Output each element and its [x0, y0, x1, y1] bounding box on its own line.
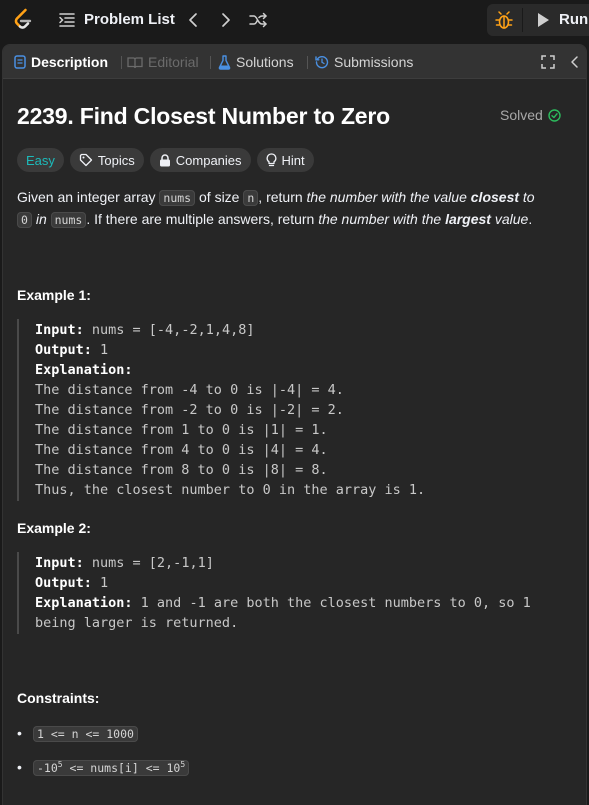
desc-italic: value	[490, 211, 529, 227]
tab-solutions-label: Solutions	[236, 54, 294, 70]
desc-text: , return	[258, 189, 307, 205]
desc-bold: largest	[445, 211, 491, 227]
tab-separator	[307, 56, 308, 69]
explanation-line: 1 and -1 are both the closest numbers to…	[132, 595, 531, 611]
leetcode-logo-icon[interactable]	[12, 8, 34, 32]
constraint-text: <= nums[i] <= 10	[62, 761, 181, 775]
problem-list-label[interactable]: Problem List	[84, 11, 175, 28]
constraint-text: -10	[37, 761, 58, 775]
problem-description: Given an integer array nums of size n, r…	[17, 187, 572, 231]
panel-tab-bar: Description Editorial Solutions Submissi…	[3, 45, 586, 79]
inline-code: nums	[159, 190, 196, 206]
explanation-line: Thus, the closest number to 0 in the arr…	[35, 482, 426, 498]
desc-italic: the number with the value	[306, 189, 471, 205]
document-icon	[14, 55, 26, 69]
chevron-left-collapse-icon[interactable]	[568, 54, 582, 70]
tab-editorial[interactable]: Editorial	[127, 45, 199, 79]
topics-label: Topics	[97, 152, 135, 168]
constraint-item: 1 <= n <= 1000	[33, 725, 138, 743]
solved-label: Solved	[500, 107, 543, 123]
explanation-line: The distance from -2 to 0 is |-2| = 2.	[35, 402, 344, 418]
explanation-label: Explanation:	[35, 595, 133, 611]
toolbar-divider	[522, 8, 523, 32]
debug-bug-icon[interactable]	[494, 9, 514, 31]
output-value: 1	[91, 342, 109, 358]
inline-code: n	[243, 190, 259, 206]
constraint-item: -105 <= nums[i] <= 105	[33, 759, 190, 777]
constraints-title: Constraints:	[17, 690, 100, 706]
companies-label: Companies	[175, 152, 242, 168]
tab-separator	[210, 56, 211, 69]
problem-title: 2239. Find Closest Number to Zero	[17, 103, 390, 129]
desc-text: . If there are multiple answers, return	[86, 211, 319, 227]
check-circle-icon	[548, 108, 561, 122]
example-2-block: Input: nums = [2,-1,1] Output: 1 Explana…	[17, 552, 577, 634]
run-button[interactable]: Run	[559, 11, 588, 28]
explanation-line: being larger is returned.	[35, 615, 239, 631]
play-icon[interactable]	[535, 11, 551, 29]
problem-list-icon[interactable]	[58, 11, 76, 29]
example-2-title: Example 2:	[17, 520, 91, 536]
output-label: Output:	[35, 575, 92, 591]
desc-text: .	[528, 211, 533, 227]
input-value: nums = [2,-1,1]	[83, 555, 214, 571]
topics-button[interactable]: Topics	[69, 148, 144, 172]
tab-description-label: Description	[31, 54, 109, 70]
solved-status: Solved	[500, 107, 561, 123]
tag-icon	[79, 153, 93, 167]
input-value: nums = [-4,-2,1,4,8]	[83, 322, 255, 338]
inline-code: 0	[17, 212, 32, 228]
explanation-line: The distance from -4 to 0 is |-4| = 4.	[35, 382, 344, 398]
description-content: 2239. Find Closest Number to Zero Solved…	[3, 79, 586, 805]
bullet: •	[17, 725, 22, 741]
flask-icon	[218, 54, 231, 70]
problem-tags: Easy Topics Companies Hint	[17, 148, 314, 172]
tab-submissions-label: Submissions	[334, 54, 414, 70]
desc-italic: the number with the	[318, 211, 446, 227]
bullet: •	[17, 759, 22, 775]
output-value: 1	[91, 575, 109, 591]
constraint-exponent: 5	[180, 760, 186, 770]
chevron-right-icon[interactable]	[217, 10, 235, 30]
desc-bold: closest	[470, 189, 520, 205]
explanation-line: The distance from 8 to 0 is |8| = 8.	[35, 462, 328, 478]
input-label: Input:	[35, 322, 84, 338]
desc-italic: in	[31, 211, 51, 227]
hint-button[interactable]: Hint	[256, 148, 314, 172]
input-label: Input:	[35, 555, 84, 571]
shuffle-icon[interactable]	[248, 10, 268, 30]
example-1-block: Input: nums = [-4,-2,1,4,8] Output: 1 Ex…	[17, 319, 577, 501]
chevron-left-icon[interactable]	[184, 10, 202, 30]
desc-italic: to	[519, 189, 535, 205]
desc-text: Given an integer array	[17, 189, 160, 205]
companies-button[interactable]: Companies	[149, 148, 251, 172]
top-bar: Problem List Run	[0, 0, 589, 40]
lock-icon	[159, 153, 170, 166]
tab-solutions[interactable]: Solutions	[218, 45, 294, 79]
explanation-line: The distance from 4 to 0 is |4| = 4.	[35, 442, 328, 458]
constraint-code: 1 <= n <= 1000	[33, 726, 138, 742]
explanation-label: Explanation:	[35, 362, 133, 378]
tab-submissions[interactable]: Submissions	[315, 45, 413, 79]
difficulty-label: Easy	[26, 152, 55, 168]
description-panel: Description Editorial Solutions Submissi…	[2, 44, 587, 805]
maximize-icon[interactable]	[540, 54, 556, 70]
example-1-title: Example 1:	[17, 287, 91, 303]
book-icon	[127, 56, 143, 68]
desc-text: of size	[195, 189, 244, 205]
difficulty-badge: Easy	[17, 148, 64, 172]
hint-label: Hint	[281, 152, 305, 168]
inline-code: nums	[50, 212, 87, 228]
lightbulb-icon	[266, 153, 276, 167]
tab-separator	[121, 56, 122, 69]
explanation-line: The distance from 1 to 0 is |1| = 1.	[35, 422, 328, 438]
tab-editorial-label: Editorial	[148, 54, 199, 70]
constraint-code: -105 <= nums[i] <= 105	[33, 760, 190, 776]
history-icon	[315, 55, 329, 69]
tab-description[interactable]: Description	[14, 45, 108, 79]
output-label: Output:	[35, 342, 92, 358]
